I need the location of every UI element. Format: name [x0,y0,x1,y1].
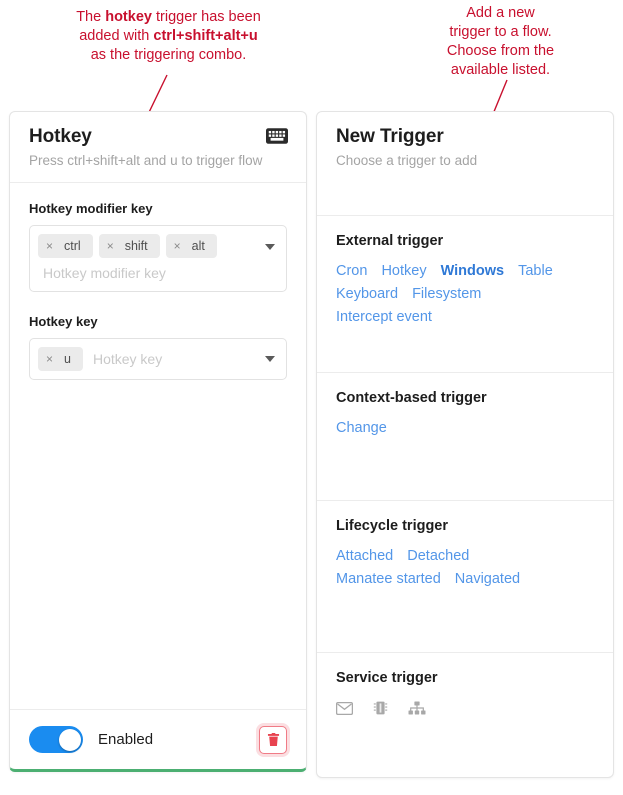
chip-remove-icon[interactable]: × [107,240,114,252]
hotkey-key-placeholder[interactable]: Hotkey key [83,351,162,367]
annotation-right-line1: Add a new [466,5,535,21]
chip-label: u [64,352,71,366]
hotkey-modifier-placeholder[interactable]: Hotkey modifier key [38,258,256,283]
sitemap-icon[interactable] [408,701,426,715]
annotation-left-line2-bold: ctrl+shift+alt+u [153,28,258,44]
annotation-right-line2: trigger to a flow. [449,24,552,40]
service-trigger-icons [336,700,594,716]
link-hotkey[interactable]: Hotkey [381,263,426,279]
delete-trigger-button[interactable] [259,725,287,754]
annotation-left-line3: as the triggering combo. [90,47,247,63]
chevron-down-icon[interactable] [265,356,275,362]
chip-label: ctrl [64,239,81,253]
hotkey-card-footer: Enabled [10,709,306,769]
toggle-knob [58,728,81,751]
annotation-right: Add a new trigger to a flow. Choose from… [408,4,593,80]
link-keyboard[interactable]: Keyboard [336,286,398,302]
chip-icon[interactable] [373,700,388,716]
hotkey-card-title: Hotkey [29,126,92,147]
link-windows[interactable]: Windows [441,263,505,279]
section-title-context: Context-based trigger [336,390,487,406]
annotation-left-line2-pre: added with [79,28,154,44]
enabled-toggle[interactable] [29,726,83,753]
hotkey-key-label: Hotkey key [29,314,98,329]
new-trigger-card: New Trigger Choose a trigger to add Exte… [316,111,614,778]
chip-u[interactable]: × u [38,347,83,371]
section-service-trigger: Service trigger [317,653,613,777]
link-table[interactable]: Table [518,263,553,279]
link-intercept-event[interactable]: Intercept event [336,309,432,325]
link-navigated[interactable]: Navigated [455,571,520,587]
chip-label: shift [124,239,148,253]
chip-ctrl[interactable]: × ctrl [38,234,93,258]
screenshot-root: The hotkey trigger has been added with c… [0,0,623,795]
chip-remove-icon[interactable]: × [174,240,181,252]
section-context-based-trigger: Context-based trigger Change [317,373,613,501]
hotkey-card-body: Hotkey modifier key × ctrl × shift × alt… [10,183,306,709]
section-title-lifecycle: Lifecycle trigger [336,518,449,534]
hotkey-card-header: Hotkey Press ctrl+shift+alt and u to tri… [10,112,306,183]
section-title-service: Service trigger [336,670,438,686]
external-trigger-links: Cron Hotkey Windows Table Keyboard Files… [336,263,586,325]
annotation-left-line1-bold: hotkey [105,9,152,25]
annotation-left-line1-post: trigger has been [151,9,261,25]
annotation-left: The hotkey trigger has been added with c… [46,8,291,65]
chip-label: alt [191,239,205,253]
annotation-right-line4: available listed. [450,62,551,78]
annotation-right-line3: Choose from the [446,43,555,59]
hotkey-key-select[interactable]: × u Hotkey key [29,338,287,380]
lifecycle-trigger-links: Attached Detached Manatee started Naviga… [336,548,586,587]
hotkey-key-field: Hotkey key × u Hotkey key [29,314,287,380]
chevron-down-icon[interactable] [265,244,275,250]
hotkey-modifier-select[interactable]: × ctrl × shift × alt Hotkey modifier key [29,225,287,292]
context-trigger-links: Change [336,420,586,436]
mail-icon[interactable] [336,701,353,715]
hotkey-card-subtitle: Press ctrl+shift+alt and u to trigger fl… [29,153,263,168]
link-cron[interactable]: Cron [336,263,367,279]
annotation-left-line1-pre: The [76,9,106,25]
chip-alt[interactable]: × alt [165,234,217,258]
hotkey-modifier-chips: × ctrl × shift × alt [38,234,256,258]
chip-remove-icon[interactable]: × [46,353,53,365]
new-trigger-subtitle: Choose a trigger to add [336,153,478,168]
keyboard-icon [266,128,288,144]
chip-remove-icon[interactable]: × [46,240,53,252]
link-detached[interactable]: Detached [407,548,469,564]
link-attached[interactable]: Attached [336,548,393,564]
section-lifecycle-trigger: Lifecycle trigger Attached Detached Mana… [317,501,613,653]
trash-icon [267,732,279,746]
link-manatee-started[interactable]: Manatee started [336,571,441,587]
chip-shift[interactable]: × shift [98,234,160,258]
link-filesystem[interactable]: Filesystem [412,286,481,302]
hotkey-key-row: × u Hotkey key [38,347,256,371]
section-title-external: External trigger [336,233,444,249]
link-change[interactable]: Change [336,420,387,436]
section-external-trigger: External trigger Cron Hotkey Windows Tab… [317,216,613,373]
enabled-toggle-group: Enabled [29,726,153,753]
hotkey-modifier-label: Hotkey modifier key [29,201,153,216]
new-trigger-header: New Trigger Choose a trigger to add [317,112,613,216]
new-trigger-title: New Trigger [336,126,444,147]
hotkey-modifier-field: Hotkey modifier key × ctrl × shift × alt… [29,201,287,292]
hotkey-trigger-card: Hotkey Press ctrl+shift+alt and u to tri… [9,111,307,772]
enabled-toggle-label: Enabled [98,731,154,748]
